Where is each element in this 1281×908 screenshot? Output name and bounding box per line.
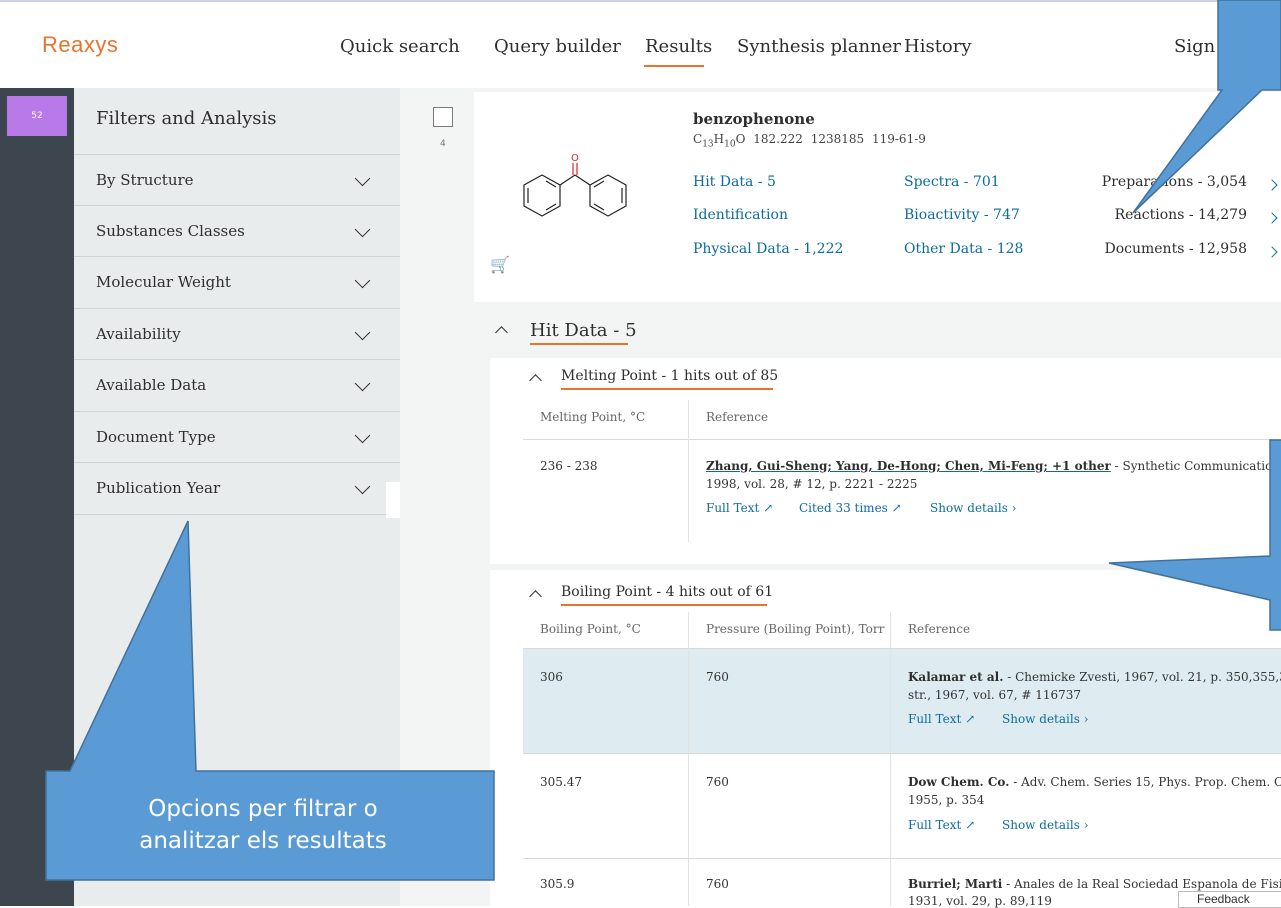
callout-shapes [45, 0, 1281, 881]
callout-right [1108, 439, 1281, 631]
callout-top-right [1132, 0, 1281, 214]
callout-text: Opcions per filtrar o analitzar els resul… [139, 796, 387, 854]
